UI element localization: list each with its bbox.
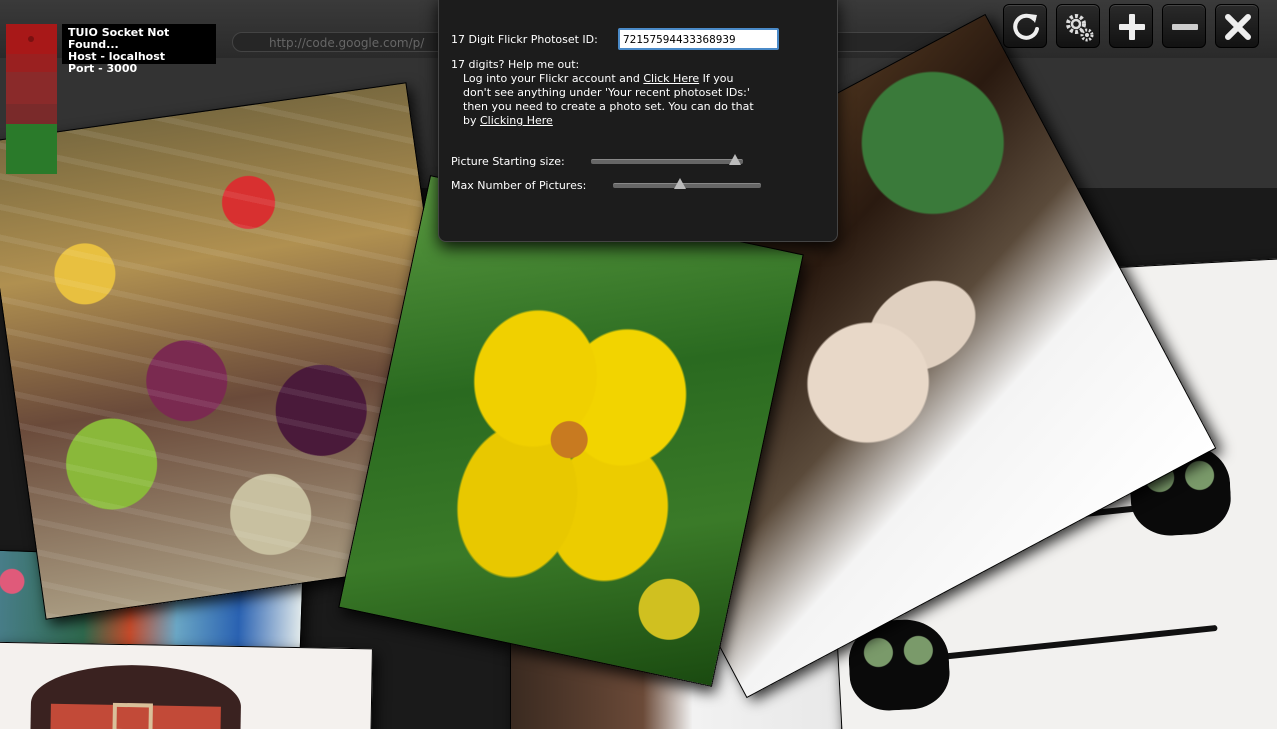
tuio-status-box: TUIO Socket Not Found... Host - localhos… (62, 24, 216, 75)
refresh-button[interactable] (1003, 4, 1047, 48)
max-pictures-slider-thumb[interactable] (673, 178, 686, 189)
refresh-icon (1013, 13, 1039, 40)
indicator-swatch (6, 54, 57, 72)
start-size-slider-thumb[interactable] (729, 154, 742, 165)
help-heading: 17 digits? Help me out: (451, 58, 580, 71)
start-size-label: Picture Starting size: (451, 155, 565, 168)
photo-witch-hat[interactable] (0, 641, 373, 729)
gear-icon (1066, 14, 1094, 42)
start-size-slider[interactable] (591, 159, 743, 164)
status-line-socket: TUIO Socket Not Found... (68, 26, 170, 51)
photoset-id-label: 17 Digit Flickr Photoset ID: (451, 33, 598, 46)
help-body: Log into your Flickr account and Click H… (451, 72, 761, 128)
create-photoset-link[interactable]: Clicking Here (480, 114, 553, 127)
help-text: 17 digits? Help me out: Log into your Fl… (451, 58, 761, 128)
zoom-in-button[interactable] (1109, 4, 1153, 48)
plus-icon (1119, 14, 1145, 40)
max-pictures-slider[interactable] (613, 183, 761, 188)
flickr-login-link[interactable]: Click Here (643, 72, 699, 85)
minus-icon (1172, 24, 1198, 30)
touch-indicator-stack (6, 24, 57, 174)
witch-hat-buckle (112, 702, 153, 729)
indicator-dot (28, 36, 34, 42)
photoset-id-input[interactable] (618, 28, 779, 50)
indicator-swatch (6, 104, 57, 124)
close-button[interactable] (1215, 4, 1259, 48)
close-icon (1225, 14, 1251, 40)
zoom-out-button[interactable] (1162, 4, 1206, 48)
indicator-swatch (6, 72, 57, 104)
status-line-port: Port - 3000 (68, 62, 138, 75)
settings-button[interactable] (1056, 4, 1100, 48)
settings-panel: 17 Digit Flickr Photoset ID: 17 digits? … (438, 0, 838, 242)
help-text-part1: Log into your Flickr account and (463, 72, 644, 85)
photo-table-stage: http://code.google.com/p/ TUIO Socket No… (0, 0, 1277, 729)
max-pictures-label: Max Number of Pictures: (451, 179, 587, 192)
indicator-swatch (6, 124, 57, 174)
